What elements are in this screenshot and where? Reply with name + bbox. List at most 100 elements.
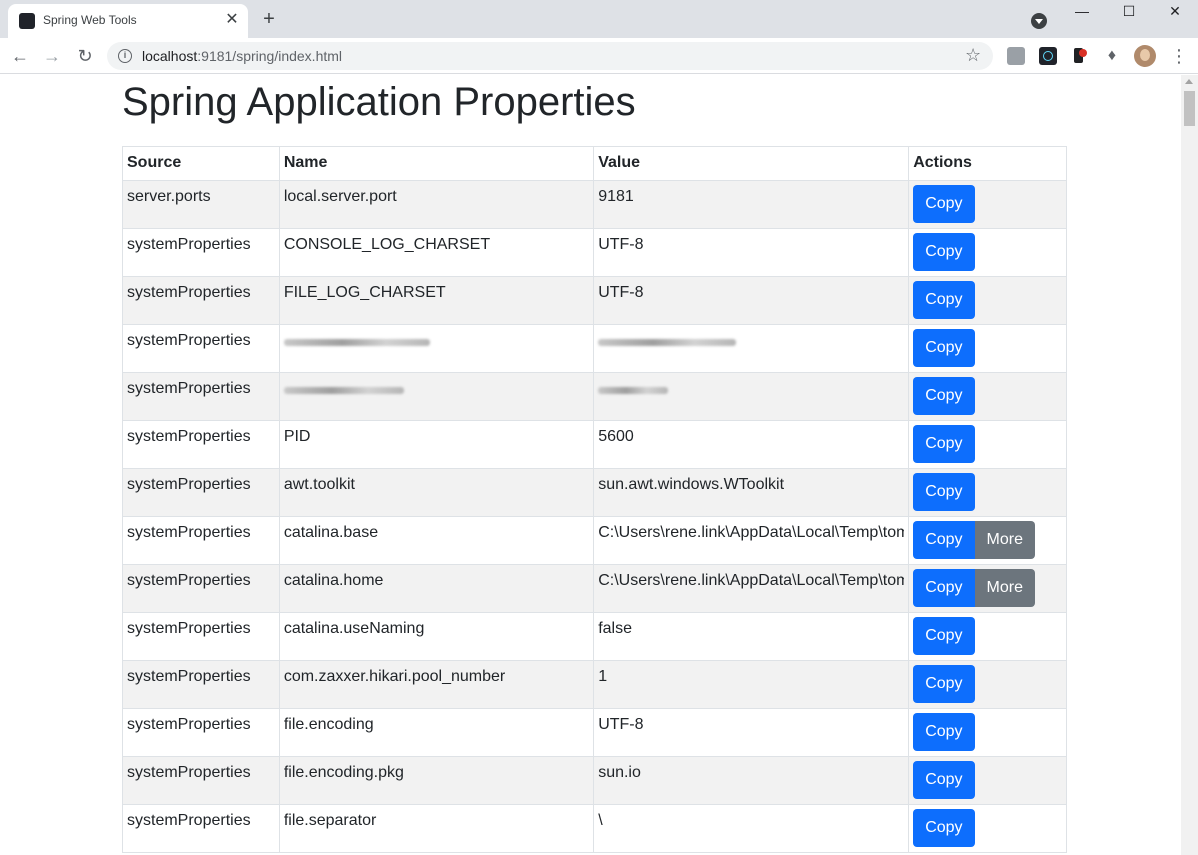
vertical-scrollbar[interactable] [1181, 75, 1198, 855]
properties-table: Source Name Value Actions server.ports lo… [122, 146, 1067, 853]
cell-name: file.separator [278, 804, 595, 853]
browser-toolbar: ← → ↻ i localhost:9181/spring/index.html… [0, 38, 1198, 74]
action-button-group: Copy [913, 281, 975, 319]
cell-value [593, 372, 910, 421]
cell-value: false [593, 612, 910, 661]
copy-button[interactable]: Copy [913, 713, 975, 751]
table-row: systemProperties catalina.home C:\Users\re… [122, 564, 1067, 613]
cell-value: UTF-8 [593, 228, 910, 277]
cell-source: systemProperties [122, 516, 280, 565]
react-favicon [19, 13, 35, 29]
copy-button[interactable]: Copy [913, 233, 975, 271]
table-row: systemProperties CONSOLE_LOG_CHARSET UTF-8… [122, 228, 1067, 277]
cell-name: catalina.home [278, 564, 595, 613]
cell-source: systemProperties [122, 564, 280, 613]
cell-source: systemProperties [122, 804, 280, 853]
browser-tab[interactable]: Spring Web Tools ✕ [8, 4, 248, 38]
value-text: 9181 [598, 188, 634, 205]
copy-button[interactable]: Copy [913, 665, 975, 703]
value-text: UTF-8 [598, 236, 644, 253]
cell-actions: Copy [908, 372, 1067, 421]
action-button-group: Copy [913, 377, 975, 415]
star-icon[interactable]: ☆ [965, 45, 981, 66]
browser-tab-strip: Spring Web Tools ✕ + — ☐ ✕ [0, 0, 1198, 38]
info-icon[interactable]: i [118, 49, 132, 63]
cell-value: C:\Users\rene.link\AppData\Local\Temp\to… [593, 564, 910, 613]
redacted-value-blur [598, 387, 669, 394]
forward-arrow-icon[interactable]: → [40, 44, 64, 68]
more-button[interactable]: More [974, 569, 1035, 607]
action-button-group: Copy [913, 329, 975, 367]
tab-close-button[interactable]: ✕ [222, 10, 242, 30]
table-row: server.ports local.server.port 9181 Copy [122, 180, 1067, 229]
copy-button[interactable]: Copy [913, 185, 975, 223]
value-text: 1 [598, 668, 608, 685]
action-button-group: Copy [913, 713, 975, 751]
action-button-group: Copy More [913, 521, 1035, 559]
cell-source: systemProperties [122, 420, 280, 469]
cell-value: 1 [593, 660, 910, 709]
new-tab-button[interactable]: + [258, 9, 280, 31]
extension-icon[interactable] [1071, 47, 1089, 65]
table-row: systemProperties file.encoding.pkg sun.io C… [122, 756, 1067, 805]
value-text: UTF-8 [598, 284, 644, 301]
page-viewport: Spring Application Properties Source Nam… [0, 75, 1181, 855]
react-devtools-icon[interactable] [1039, 47, 1057, 65]
camera-icon[interactable] [1007, 47, 1025, 65]
value-text: 5600 [598, 428, 634, 445]
tab-search-icon[interactable] [1031, 13, 1047, 29]
cell-value: UTF-8 [593, 276, 910, 325]
address-bar[interactable]: i localhost:9181/spring/index.html ☆ [107, 42, 993, 70]
cell-name: file.encoding [278, 708, 595, 757]
copy-button[interactable]: Copy [913, 425, 975, 463]
close-window-button[interactable]: ✕ [1152, 2, 1198, 22]
cell-actions: Copy [908, 660, 1067, 709]
cell-source: systemProperties [122, 756, 280, 805]
cell-actions: Copy [908, 612, 1067, 661]
cell-name: CONSOLE_LOG_CHARSET [278, 228, 595, 277]
url-text: localhost:9181/spring/index.html [142, 48, 342, 64]
copy-button[interactable]: Copy [913, 377, 975, 415]
table-row: systemProperties FILE_LOG_CHARSET UTF-8 Cop… [122, 276, 1067, 325]
tab-title: Spring Web Tools [43, 13, 137, 27]
copy-button[interactable]: Copy [913, 617, 975, 655]
cell-name: com.zaxxer.hikari.pool_number [278, 660, 595, 709]
action-button-group: Copy [913, 809, 975, 847]
profile-avatar[interactable] [1134, 45, 1156, 67]
copy-button[interactable]: Copy [913, 473, 975, 511]
cell-actions: Copy [908, 324, 1067, 373]
minimize-button[interactable]: — [1059, 2, 1105, 22]
more-button[interactable]: More [974, 521, 1035, 559]
copy-button[interactable]: Copy [913, 569, 975, 607]
value-text: UTF-8 [598, 716, 644, 733]
column-header-actions: Actions [908, 146, 1067, 181]
maximize-button[interactable]: ☐ [1106, 2, 1152, 22]
copy-button[interactable]: Copy [913, 761, 975, 799]
reload-icon[interactable]: ↻ [73, 44, 97, 68]
cell-source: systemProperties [122, 612, 280, 661]
value-text: sun.io [598, 764, 641, 781]
action-button-group: Copy [913, 665, 975, 703]
table-row: systemProperties Copy [122, 324, 1067, 373]
puzzle-icon[interactable]: ♦ [1103, 47, 1121, 65]
action-button-group: Copy [913, 473, 975, 511]
scrollbar-thumb[interactable] [1184, 91, 1195, 126]
cell-source: systemProperties [122, 660, 280, 709]
copy-button[interactable]: Copy [913, 281, 975, 319]
cell-value [593, 324, 910, 373]
url-path: :9181/spring/index.html [197, 48, 343, 64]
cell-actions: Copy More [908, 564, 1067, 613]
cell-name: catalina.useNaming [278, 612, 595, 661]
cell-value: 5600 [593, 420, 910, 469]
cell-actions: Copy [908, 180, 1067, 229]
copy-button[interactable]: Copy [913, 809, 975, 847]
back-arrow-icon[interactable]: ← [8, 44, 32, 68]
copy-button[interactable]: Copy [913, 521, 975, 559]
menu-kebab-icon[interactable]: ⋮ [1170, 45, 1188, 67]
value-text: C:\Users\rene.link\AppData\Local\Temp\to… [598, 524, 905, 541]
scroll-up-arrow-icon[interactable] [1185, 79, 1193, 84]
value-text: \ [598, 812, 603, 829]
cell-value: 9181 [593, 180, 910, 229]
column-header-value: Value [593, 146, 910, 181]
copy-button[interactable]: Copy [913, 329, 975, 367]
